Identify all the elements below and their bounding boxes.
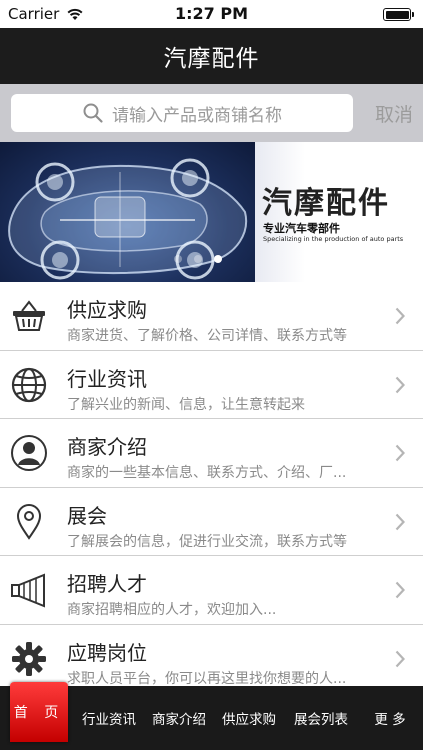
list-item-desc: 商家的一些基本信息、联系方式、介绍、厂... [67, 465, 347, 481]
menu-list: 供应求购 商家进货、了解价格、公司详情、联系方式等 行业资讯 了解兴业的新闻、信… [0, 282, 423, 693]
tab-home[interactable]: 首 页 [10, 682, 68, 742]
banner-brand-english: Specializing in the production of auto p… [263, 235, 404, 243]
list-item-desc: 商家进货、了解价格、公司详情、联系方式等 [67, 328, 347, 344]
list-item-title: 行业资讯 [67, 366, 147, 391]
list-item-desc: 了解兴业的新闻、信息，让生意转起来 [67, 396, 305, 413]
list-item-supply[interactable]: 供应求购 商家进货、了解价格、公司详情、联系方式等 [0, 282, 423, 351]
chevron-right-icon [395, 307, 405, 325]
search-placeholder: 请输入产品或商铺名称 [112, 105, 282, 126]
list-item-title: 商家介绍 [67, 435, 147, 459]
chevron-right-icon [395, 444, 405, 462]
page-dot[interactable] [194, 255, 202, 263]
list-item-title: 应聘岗位 [67, 640, 147, 665]
list-item-industry-news[interactable]: 行业资讯 了解兴业的新闻、信息，让生意转起来 [0, 350, 423, 419]
chevron-right-icon [395, 513, 405, 530]
battery-icon [383, 8, 414, 21]
location-pin-icon [16, 503, 42, 540]
banner-brand-subtitle: 专业汽车零部件 [263, 222, 340, 235]
chevron-right-icon [395, 581, 405, 599]
tab-merchants[interactable]: 商家介绍 [148, 686, 210, 750]
megaphone-icon [11, 573, 45, 608]
list-item-desc: 求职人员平台，你可以再这里找你想要的人... [67, 670, 347, 687]
cancel-button[interactable]: 取消 [375, 100, 413, 127]
tab-exhibitions[interactable]: 展会列表 [288, 686, 354, 750]
banner-brand-title: 汽摩配件 [262, 186, 390, 221]
list-item-exhibition[interactable]: 展会 了解展会的信息，促进行业交流，联系方式等 [0, 487, 423, 556]
search-icon [83, 103, 103, 123]
list-item-title: 招聘人才 [67, 572, 147, 596]
clock: 1:27 PM [174, 4, 248, 23]
basket-icon [13, 300, 45, 331]
list-item-desc: 了解展会的信息，促进行业交流，联系方式等 [67, 533, 347, 550]
tab-bar: 首 页 行业资讯 商家介绍 供应求购 展会列表 更 多 [0, 682, 423, 750]
chevron-right-icon [395, 376, 405, 393]
status-bar: Carrier 1:27 PM [0, 0, 423, 28]
page-dot-active[interactable] [214, 255, 222, 263]
gear-icon [12, 641, 46, 676]
search-bar: 请输入产品或商铺名称 取消 [0, 84, 423, 142]
page-title: 汽摩配件 [163, 46, 260, 72]
list-item-recruit[interactable]: 招聘人才 商家招聘相应的人才，欢迎加入... [0, 556, 423, 625]
list-item-title: 展会 [67, 503, 107, 528]
tab-supply[interactable]: 供应求购 [218, 686, 280, 750]
list-item-merchants[interactable]: 商家介绍 商家的一些基本信息、联系方式、介绍、厂... [0, 419, 423, 488]
page-indicator[interactable] [174, 255, 222, 263]
globe-icon [11, 367, 47, 402]
banner-carousel[interactable]: 汽摩配件 专业汽车零部件 Specializing in the product… [0, 142, 423, 282]
chevron-right-icon [395, 650, 405, 667]
tab-industry-news[interactable]: 行业资讯 [78, 686, 140, 750]
page-dot[interactable] [174, 255, 182, 263]
person-icon [11, 435, 47, 471]
list-item-title: 供应求购 [67, 298, 147, 322]
nav-bar: 汽摩配件 [0, 28, 423, 84]
list-item-desc: 商家招聘相应的人才，欢迎加入... [67, 602, 277, 618]
search-input[interactable]: 请输入产品或商铺名称 [11, 94, 353, 132]
tab-more[interactable]: 更 多 [364, 686, 416, 750]
